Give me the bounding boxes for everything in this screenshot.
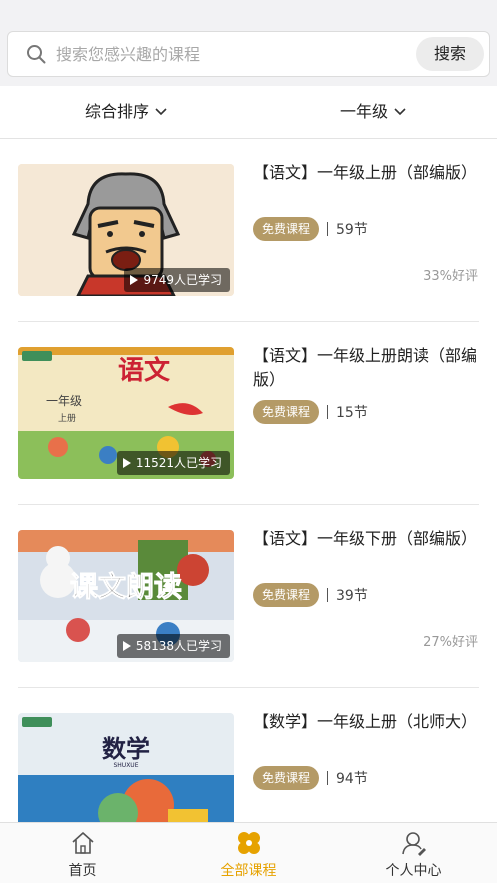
grade-dropdown[interactable]: 一年级	[340, 86, 406, 138]
view-count-badge: 58138人已学习	[116, 634, 230, 658]
search-button[interactable]: 搜索	[416, 37, 484, 71]
user-icon	[401, 832, 426, 856]
view-count-badge: 9749人已学习	[124, 268, 230, 292]
search-bar: 搜索	[0, 0, 497, 86]
play-icon	[130, 275, 139, 285]
play-icon	[122, 458, 131, 468]
meta-divider	[327, 771, 329, 785]
course-title[interactable]: 【语文】一年级上册（部编版）	[253, 161, 477, 185]
lesson-count: 15节	[336, 405, 368, 421]
free-course-badge: 免费课程	[253, 400, 320, 424]
sort-label: 综合排序	[85, 102, 150, 121]
course-item[interactable]: 9749人已学习 【语文】一年级上册（部编版） 免费课程 59节 33%好评	[0, 139, 497, 322]
course-title[interactable]: 【数学】一年级上册（北师大）	[253, 710, 477, 734]
cover-overlay-text: 课文朗读	[70, 570, 182, 603]
cover-title: 数学	[102, 734, 150, 763]
math-cover-image: 数学 SHUXUE	[18, 713, 234, 822]
cover-volume: 上册	[58, 413, 76, 424]
course-thumbnail[interactable]: 课文朗读 58138人已学习	[18, 530, 234, 662]
course-list: 9749人已学习 【语文】一年级上册（部编版） 免费课程 59节 33%好评 语…	[0, 139, 497, 822]
cover-grade: 一年级	[46, 394, 82, 408]
bottom-tab-bar: 首页 全部课程 个人中心	[0, 822, 497, 883]
tab-home[interactable]: 首页	[0, 823, 165, 883]
cover-subtitle: SHUXUE	[113, 762, 138, 769]
filter-bar: 综合排序 一年级	[0, 86, 497, 139]
free-course-badge: 免费课程	[253, 766, 320, 790]
clover-icon	[237, 832, 260, 854]
course-item[interactable]: 数学 SHUXUE 【数学】一年级上册（北师大） 免费课程 94节	[0, 688, 497, 822]
course-meta: 免费课程 94节	[253, 766, 368, 790]
course-thumbnail[interactable]: 语文 一年级 上册 11521人已学习	[18, 347, 234, 479]
rating-text: 33%好评	[423, 269, 478, 284]
play-icon	[122, 641, 131, 651]
search-box[interactable]: 搜索	[7, 31, 490, 77]
view-count: 11521人已学习	[135, 456, 222, 470]
free-course-badge: 免费课程	[253, 583, 320, 607]
sort-dropdown[interactable]: 综合排序	[85, 86, 167, 138]
course-thumbnail[interactable]: 9749人已学习	[18, 164, 234, 296]
course-meta: 免费课程 15节	[253, 400, 368, 424]
lesson-count: 94节	[336, 771, 368, 787]
tab-profile[interactable]: 个人中心	[331, 823, 496, 883]
grade-label: 一年级	[340, 102, 389, 121]
chevron-down-icon	[394, 108, 406, 116]
cover-title: 语文	[118, 355, 171, 386]
course-meta: 免费课程 39节	[253, 583, 368, 607]
view-count-badge: 11521人已学习	[116, 451, 230, 475]
free-course-badge: 免费课程	[253, 217, 320, 241]
rating-text: 27%好评	[423, 635, 478, 650]
view-count: 9749人已学习	[143, 273, 222, 287]
meta-divider	[327, 588, 329, 602]
course-item[interactable]: 课文朗读 58138人已学习 【语文】一年级下册（部编版） 免费课程 39节 2…	[0, 505, 497, 688]
search-icon	[27, 45, 46, 64]
meta-divider	[327, 405, 329, 419]
lesson-count: 39节	[336, 588, 368, 604]
course-thumbnail[interactable]: 数学 SHUXUE	[18, 713, 234, 822]
course-title[interactable]: 【语文】一年级下册（部编版）	[253, 527, 477, 551]
chevron-down-icon	[155, 108, 167, 116]
view-count: 58138人已学习	[135, 639, 222, 653]
tab-label: 个人中心	[385, 863, 442, 879]
tab-all-courses[interactable]: 全部课程	[166, 823, 331, 883]
search-input[interactable]	[56, 32, 406, 76]
course-item[interactable]: 语文 一年级 上册 11521人已学习 【语文】一年级上册朗读（部编版） 免费课…	[0, 322, 497, 505]
tab-label: 全部课程	[220, 863, 277, 879]
lesson-count: 59节	[336, 222, 368, 238]
course-meta: 免费课程 59节	[253, 217, 368, 241]
home-icon	[71, 832, 94, 854]
course-title[interactable]: 【语文】一年级上册朗读（部编版）	[253, 344, 477, 392]
meta-divider	[327, 222, 329, 236]
tab-label: 首页	[68, 863, 97, 879]
